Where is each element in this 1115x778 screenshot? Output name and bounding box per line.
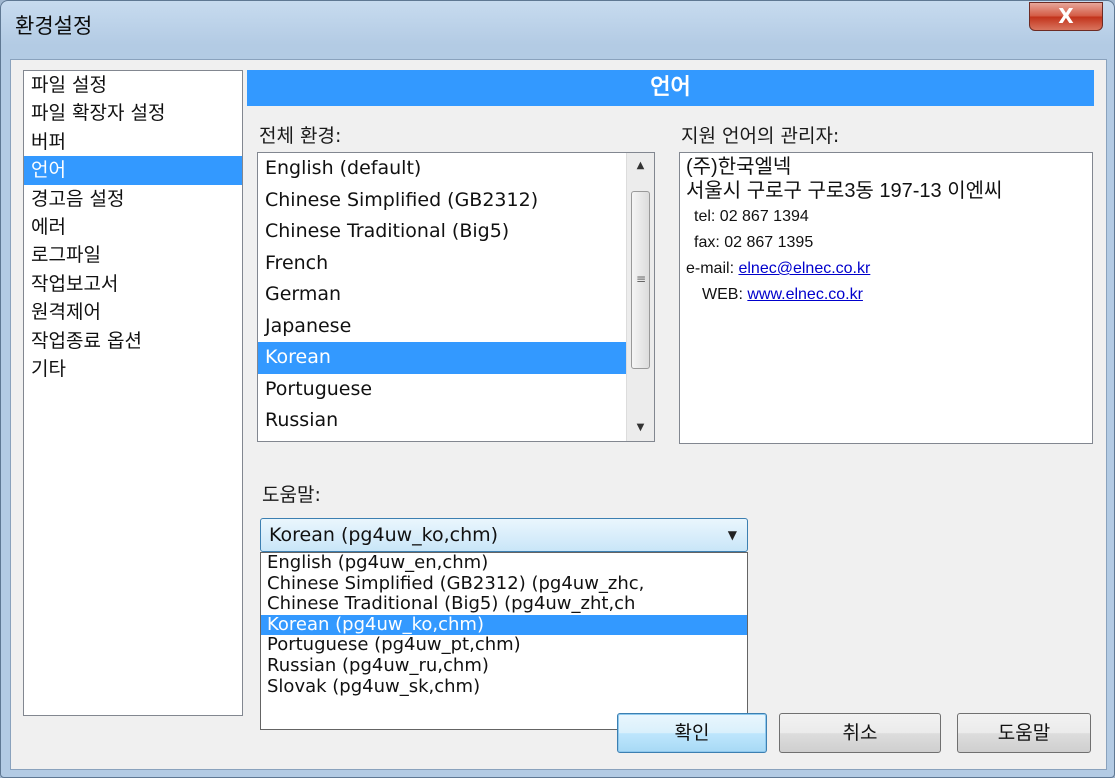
help-option-selected[interactable]: Korean (pg4uw_ko,chm) [261,614,747,636]
nav-item-other[interactable]: 기타 [24,355,242,383]
language-item[interactable]: Chinese Simplified (GB2312) [258,185,654,217]
nav-item-file-settings[interactable]: 파일 설정 [24,71,242,99]
scroll-thumb[interactable]: ≡ [631,191,650,369]
nav-item-error[interactable]: 에러 [24,213,242,241]
environment-label: 전체 환경: [259,125,342,147]
help-option[interactable]: Slovak (pg4uw_sk,chm) [261,676,747,698]
help-file-dropdown-list[interactable]: English (pg4uw_en,chm) Chinese Simplifie… [260,552,748,730]
window-title: 환경설정 [15,14,93,38]
nav-item-job-report[interactable]: 작업보고서 [24,270,242,298]
close-icon: X [1058,4,1074,28]
nav-item-language[interactable]: 언어 [24,156,242,185]
admin-email-label: e-mail: [686,260,735,277]
help-option[interactable]: English (pg4uw_en,chm) [261,553,747,574]
language-item[interactable]: Japanese [258,311,654,343]
nav-item-job-end-options[interactable]: 작업종료 옵션 [24,327,242,355]
title-bar[interactable]: 환경설정 X [1,1,1114,49]
admin-label: 지원 언어의 관리자: [681,125,840,147]
cancel-button[interactable]: 취소 [779,713,941,753]
panel-header: 언어 [247,70,1094,106]
scroll-down-arrow-icon[interactable]: ▼ [627,415,654,441]
language-item[interactable]: Portuguese [258,374,654,406]
close-button[interactable]: X [1029,2,1103,31]
help-option[interactable]: Russian (pg4uw_ru,chm) [261,655,747,677]
scroll-up-arrow-icon[interactable]: ▲ [627,153,654,179]
admin-address: 서울시 구로구 구로3동 197-13 이엔씨 [686,180,1003,202]
nav-item-remote-control[interactable]: 원격제어 [24,298,242,326]
language-item[interactable]: French [258,248,654,280]
language-item[interactable]: German [258,279,654,311]
help-option[interactable]: Portuguese (pg4uw_pt,chm) [261,635,747,656]
ok-button[interactable]: 확인 [617,713,767,753]
language-item[interactable]: Chinese Traditional (Big5) [258,216,654,248]
help-button[interactable]: 도움말 [957,713,1091,753]
admin-company: (주)한국엘넥 [686,156,792,178]
language-item-selected[interactable]: Korean [258,342,654,374]
admin-web-link[interactable]: www.elnec.co.kr [747,286,863,303]
grip-icon: ≡ [636,272,647,286]
settings-window: 환경설정 X 파일 설정 파일 확장자 설정 버퍼 언어 경고음 설정 에러 로… [0,0,1115,778]
settings-category-list[interactable]: 파일 설정 파일 확장자 설정 버퍼 언어 경고음 설정 에러 로그파일 작업보… [23,70,243,716]
nav-item-sound-settings[interactable]: 경고음 설정 [24,185,242,213]
admin-fax: fax: 02 867 1395 [694,234,814,251]
language-list[interactable]: English (default) Chinese Simplified (GB… [257,152,655,442]
help-option[interactable]: Chinese Traditional (Big5) (pg4uw_zht,ch [261,594,747,615]
language-item[interactable]: English (default) [258,153,654,185]
help-file-select[interactable]: Korean (pg4uw_ko,chm) ▼ [260,518,748,552]
help-label: 도움말: [262,484,321,506]
nav-item-buffer[interactable]: 버퍼 [24,128,242,156]
dialog-client-area: 파일 설정 파일 확장자 설정 버퍼 언어 경고음 설정 에러 로그파일 작업보… [10,59,1107,770]
help-file-select-value: Korean (pg4uw_ko,chm) [269,524,499,546]
language-item[interactable]: Russian [258,405,654,437]
admin-web-label: WEB: [702,286,743,303]
nav-item-file-extension-settings[interactable]: 파일 확장자 설정 [24,99,242,127]
admin-tel: tel: 02 867 1394 [694,208,809,225]
admin-email-link[interactable]: elnec@elnec.co.kr [738,260,870,277]
language-admin-info: (주)한국엘넥 서울시 구로구 구로3동 197-13 이엔씨 tel: 02 … [679,152,1093,444]
nav-item-log-file[interactable]: 로그파일 [24,241,242,269]
language-list-scrollbar[interactable]: ▲ ≡ ▼ [626,153,654,441]
chevron-down-icon[interactable]: ▼ [728,519,737,551]
help-option[interactable]: Chinese Simplified (GB2312) (pg4uw_zhc, [261,573,747,595]
